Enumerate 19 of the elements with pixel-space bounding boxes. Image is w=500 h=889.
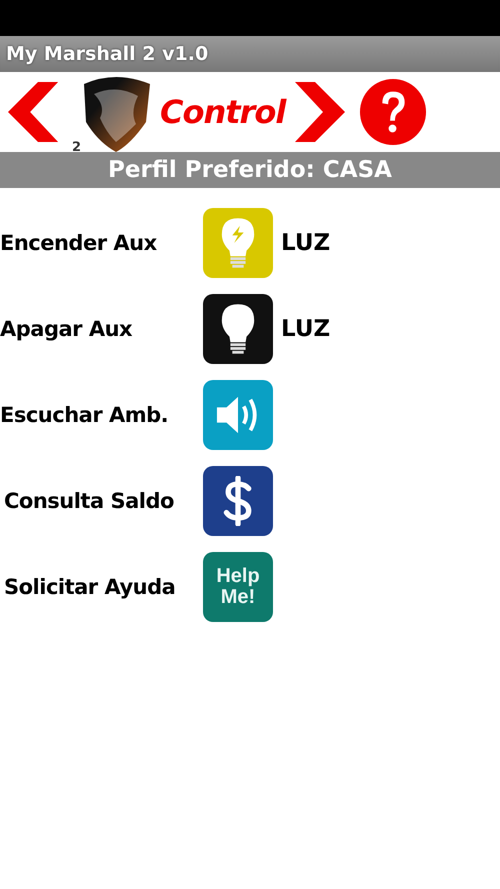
help-button[interactable]	[359, 78, 428, 146]
action-label: Solicitar Ayuda	[3, 575, 176, 599]
dollar-button[interactable]	[203, 466, 273, 536]
action-label: Consulta Saldo	[3, 489, 175, 513]
tag-label: LUZ	[281, 316, 330, 342]
profile-label: Perfil Preferido: CASA	[108, 157, 392, 183]
action-label: Apagar Aux	[0, 317, 134, 341]
help-me-button[interactable]: Help Me!	[203, 552, 273, 622]
lightbulb-icon	[219, 216, 257, 270]
lightbulb-icon	[219, 302, 257, 356]
dollar-icon	[222, 476, 254, 526]
screen-title: Control	[160, 93, 286, 131]
logo-number: 2	[72, 141, 82, 154]
lightbulb-button[interactable]	[203, 294, 273, 364]
action-label: Escuchar Amb.	[0, 403, 170, 427]
speaker-button[interactable]	[203, 380, 273, 450]
window-title: My Marshall 2 v1.0	[6, 43, 208, 65]
action-label: Encender Aux	[0, 231, 158, 255]
tag-label: LUZ	[281, 230, 330, 256]
